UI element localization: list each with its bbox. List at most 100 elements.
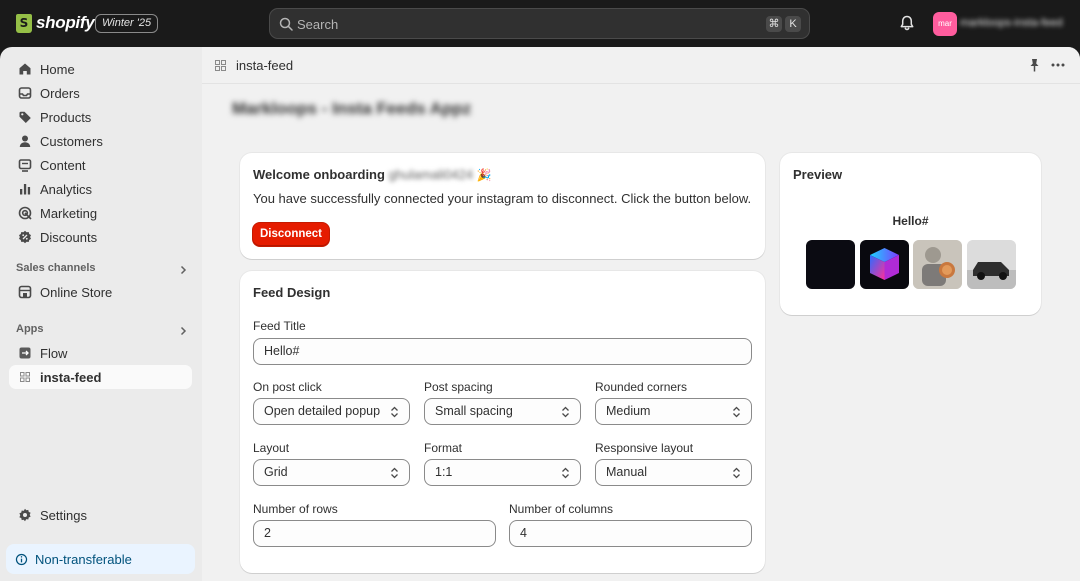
pin-icon[interactable] [1028,58,1041,72]
apps-heading[interactable]: Apps [16,323,44,335]
orders-icon [18,87,32,99]
on-post-click-label: On post click [253,380,322,394]
brand-name: shopify [36,13,95,32]
sidebar-item-label: Orders [40,85,80,101]
search-icon [279,17,293,31]
sidebar-item-orders[interactable]: Orders [9,81,192,105]
sidebar-item-label: Analytics [40,181,93,197]
dark-post-image[interactable] [806,240,855,289]
sidebar-item-marketing[interactable]: Marketing [9,201,192,225]
target-icon [18,206,32,220]
sidebar-item-label: Flow [40,345,68,361]
select-arrows-icon [733,406,740,418]
sidebar-item-label: Content [40,157,86,173]
format-label: Format [424,441,463,455]
bell-icon[interactable] [898,14,916,32]
rounded-corners-label: Rounded corners [595,380,688,394]
layout-label: Layout [253,441,290,455]
page-title: Markloops - Insta Feeds Appz [232,99,472,118]
feed-title-input[interactable]: Hello# [253,338,752,365]
responsive-layout-value: Manual [606,465,647,479]
rounded-corners-value: Medium [606,404,651,418]
sidebar-item-content[interactable]: Content [9,153,192,177]
search-bar[interactable]: Search ⌘ K [269,8,810,39]
feed-title-label: Feed Title [253,319,306,333]
k-key: K [785,16,801,32]
responsive-layout-select[interactable]: Manual [595,459,752,486]
sales-channels-heading[interactable]: Sales channels [16,262,96,274]
car-image[interactable] [967,240,1016,289]
app-grid-icon [215,60,226,71]
sidebar: Home Orders Products Customers Content A… [0,47,202,581]
chevron-right-icon[interactable] [178,265,188,275]
chevron-right-icon[interactable] [178,326,188,336]
info-icon [15,553,28,565]
layout-value: Grid [264,465,288,479]
sidebar-item-label: Settings [40,507,87,523]
sidebar-item-settings[interactable]: Settings [9,503,192,527]
post-spacing-select[interactable]: Small spacing [424,398,581,425]
non-transferable-banner[interactable]: Non-transferable [6,544,195,574]
sidebar-item-online-store[interactable]: Online Store [9,280,192,304]
welcome-card: Welcome onboarding ghulamali0424 🎉 You h… [240,153,765,259]
sidebar-item-label: Home [40,61,75,77]
person-icon [19,135,31,147]
illustration-image[interactable] [913,240,962,289]
sidebar-item-label: Customers [40,133,103,149]
select-arrows-icon [562,406,569,418]
select-arrows-icon [391,406,398,418]
on-post-click-value: Open detailed popup [264,404,381,418]
sidebar-item-label: Discounts [40,229,98,245]
store-icon [18,285,32,299]
responsive-layout-label: Responsive layout [595,441,694,455]
preview-feed-title: Hello# [892,214,929,228]
gear-icon [19,508,31,522]
sidebar-item-insta-feed[interactable]: insta-feed [9,365,192,389]
welcome-heading: Welcome onboarding ghulamali0424 🎉 [253,167,492,182]
more-actions-icon[interactable] [1051,60,1065,70]
select-arrows-icon [562,467,569,479]
search-placeholder: Search [297,17,339,32]
sidebar-item-label: Products [40,109,92,125]
sidebar-item-label: Online Store [40,284,113,300]
rows-label: Number of rows [253,502,338,516]
preview-heading: Preview [793,167,843,182]
bar-chart-icon [20,184,31,195]
sidebar-item-products[interactable]: Products [9,105,192,129]
content-icon [18,159,32,172]
illustration-graphic [913,240,962,289]
instagram-username: ghulamali0424 [388,167,474,182]
layout-select[interactable]: Grid [253,459,410,486]
post-spacing-value: Small spacing [435,404,513,418]
sidebar-item-discounts[interactable]: Discounts [9,225,192,249]
rounded-corners-select[interactable]: Medium [595,398,752,425]
app-header: insta-feed [202,47,1080,84]
tag-icon [19,111,31,123]
welcome-message: You have successfully connected your ins… [253,191,752,206]
edition-badge: Winter '25 [95,14,159,33]
shopify-bag-icon [16,13,32,33]
format-value: 1:1 [435,465,453,479]
columns-label: Number of columns [509,502,614,516]
app-header-title: insta-feed [236,58,294,73]
sidebar-item-home[interactable]: Home [9,57,192,81]
columns-input[interactable]: 4 [509,520,752,547]
top-bar: shopify Winter '25 Search ⌘ K mar marklo… [0,0,1080,47]
store-name[interactable]: markloops-insta-feed [960,17,1063,29]
sidebar-item-flow[interactable]: Flow [9,341,192,365]
on-post-click-select[interactable]: Open detailed popup [253,398,410,425]
select-arrows-icon [391,467,398,479]
sidebar-item-analytics[interactable]: Analytics [9,177,192,201]
neon-cube-image[interactable] [860,240,909,289]
format-select[interactable]: 1:1 [424,459,581,486]
rows-input[interactable]: 2 [253,520,496,547]
party-emoji: 🎉 [476,168,492,182]
sidebar-item-label: Marketing [40,205,98,221]
flow-icon [19,347,31,359]
sidebar-item-label: insta-feed [40,369,102,385]
sidebar-item-customers[interactable]: Customers [9,129,192,153]
shopify-logo[interactable]: shopify [16,13,95,33]
preview-card: Preview Hello# [780,153,1041,315]
avatar[interactable]: mar [933,12,957,36]
disconnect-button[interactable]: Disconnect [253,223,329,246]
